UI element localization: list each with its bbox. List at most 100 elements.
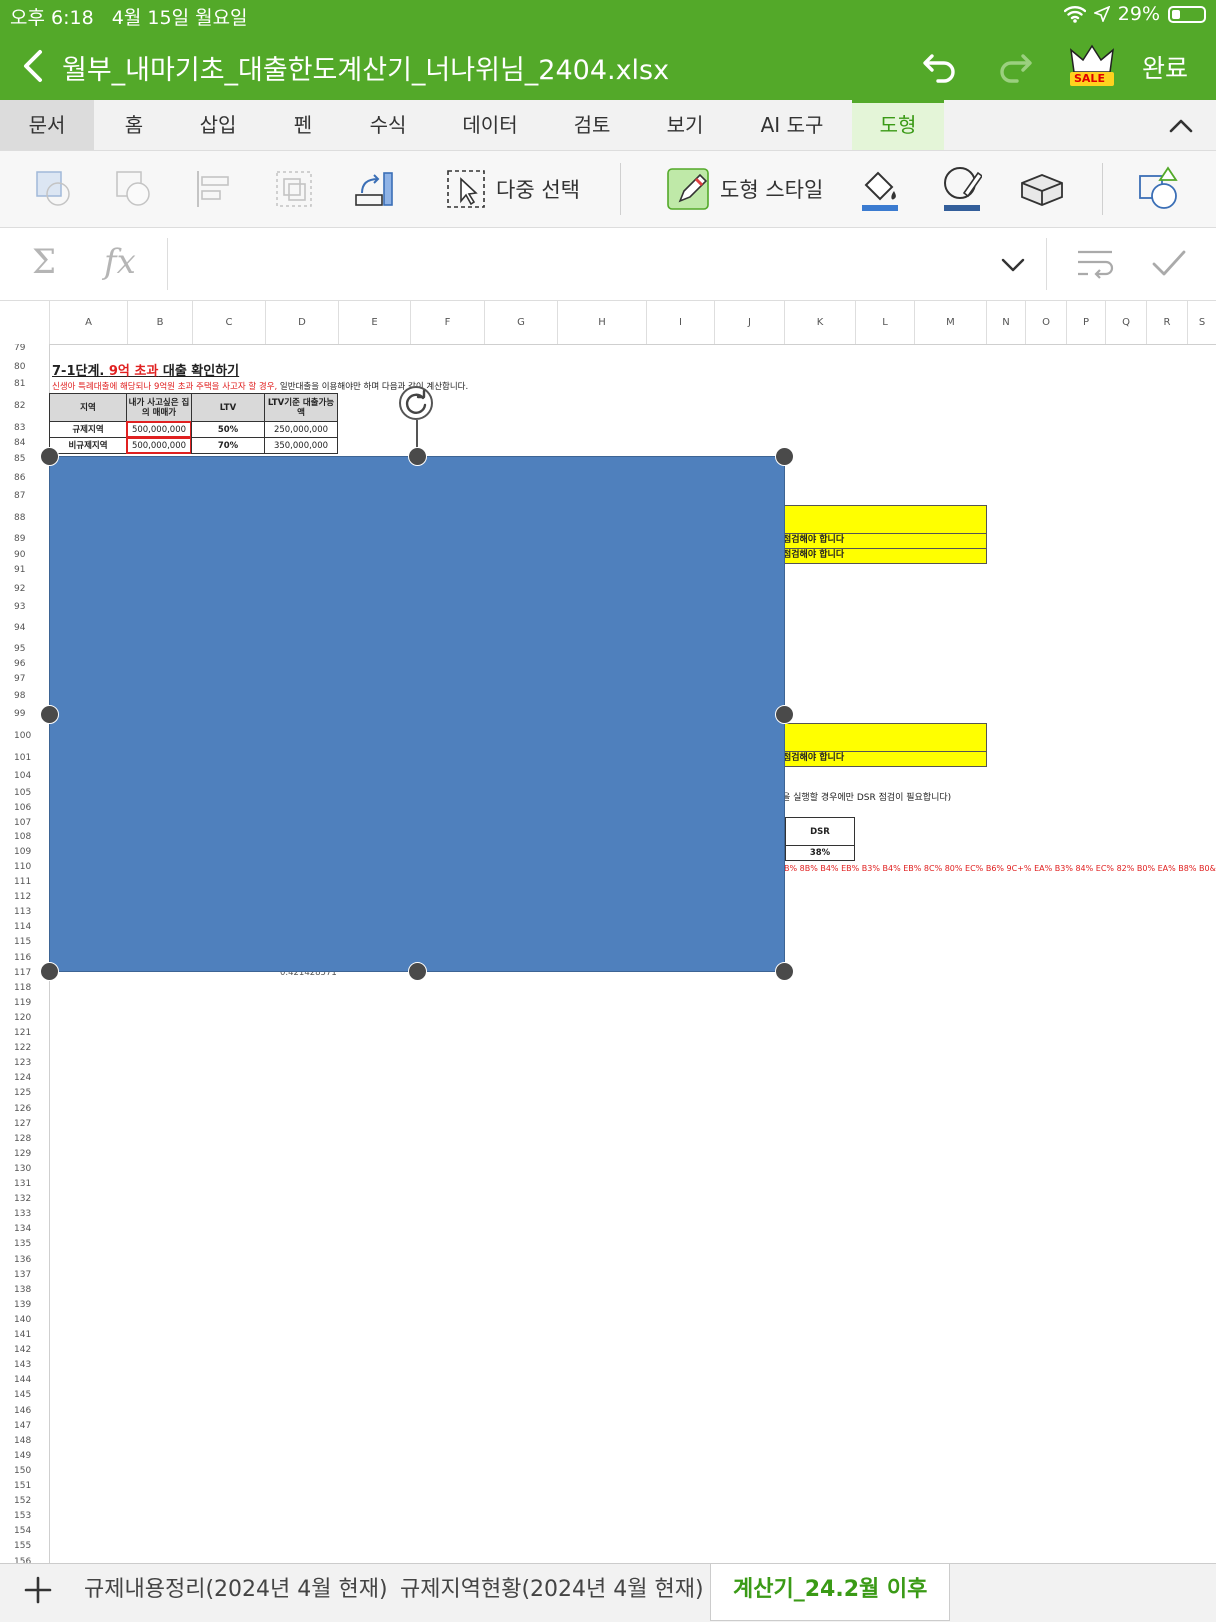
column-header[interactable]: F <box>410 301 484 344</box>
sum-icon[interactable]: Σ <box>32 242 56 282</box>
row-header[interactable]: 147 <box>0 1421 49 1431</box>
tab-insert[interactable]: 삽입 <box>178 100 258 150</box>
table-header-ltv[interactable]: LTV <box>191 393 265 422</box>
row-header[interactable]: 131 <box>0 1179 49 1189</box>
row-header[interactable]: 140 <box>0 1315 49 1325</box>
sheet-tab-calculator[interactable]: 계산기_24.2월 이후 <box>710 1564 951 1621</box>
redo-icon[interactable] <box>995 46 1035 90</box>
table-cell-ltv[interactable]: 50% <box>191 421 265 438</box>
row-header[interactable]: 143 <box>0 1360 49 1370</box>
send-backward-icon[interactable] <box>114 161 154 217</box>
resize-handle-bottom-left[interactable] <box>40 962 59 981</box>
rotate-handle-icon[interactable] <box>399 386 433 420</box>
row-header[interactable]: 105 <box>0 788 49 798</box>
table-cell-loan-amount[interactable]: 250,000,000 <box>264 421 338 438</box>
shape-style-button[interactable]: 도형 스타일 <box>666 161 823 217</box>
row-header[interactable]: 130 <box>0 1164 49 1174</box>
row-header[interactable]: 114 <box>0 922 49 932</box>
row-header[interactable]: 141 <box>0 1330 49 1340</box>
row-header[interactable]: 93 <box>0 602 49 612</box>
tab-view[interactable]: 보기 <box>645 100 725 150</box>
column-header[interactable]: R <box>1146 301 1187 344</box>
row-header[interactable]: 84 <box>0 438 49 448</box>
table-cell-loan-amount[interactable]: 350,000,000 <box>264 437 338 454</box>
column-header[interactable]: A <box>49 301 127 344</box>
resize-handle-right[interactable] <box>775 705 794 724</box>
insert-shape-icon[interactable] <box>1138 161 1184 217</box>
tab-shape[interactable]: 도형 <box>852 100 944 150</box>
row-header[interactable]: 146 <box>0 1406 49 1416</box>
confirm-formula-icon[interactable] <box>1150 246 1188 286</box>
row-header[interactable]: 111 <box>0 877 49 887</box>
bring-forward-icon[interactable] <box>34 161 74 217</box>
row-header[interactable]: 142 <box>0 1345 49 1355</box>
column-header[interactable]: O <box>1025 301 1066 344</box>
row-header[interactable]: 90 <box>0 550 49 560</box>
row-header[interactable]: 137 <box>0 1270 49 1280</box>
undo-icon[interactable] <box>920 46 960 90</box>
row-header[interactable]: 86 <box>0 473 49 483</box>
check-notice-cell[interactable]: 점검해야 합니다 <box>780 548 987 564</box>
table-cell-region[interactable]: 규제지역 <box>49 421 127 438</box>
check-notice-cell[interactable]: 점검해야 합니다 <box>780 533 987 549</box>
tab-formula[interactable]: 수식 <box>348 100 428 150</box>
row-header[interactable]: 122 <box>0 1043 49 1053</box>
row-header[interactable]: 119 <box>0 998 49 1008</box>
row-header[interactable]: 112 <box>0 892 49 902</box>
row-header[interactable]: 125 <box>0 1088 49 1098</box>
row-header[interactable]: 95 <box>0 644 49 654</box>
back-icon[interactable] <box>18 46 52 86</box>
row-header[interactable]: 110 <box>0 862 49 872</box>
row-header[interactable]: 100 <box>0 731 49 741</box>
sheet-tab-regulations[interactable]: 규제내용정리(2024년 4월 현재) <box>84 1564 388 1620</box>
row-header[interactable]: 134 <box>0 1224 49 1234</box>
row-header[interactable]: 82 <box>0 401 49 411</box>
highlight-cell[interactable] <box>780 505 987 534</box>
tab-data[interactable]: 데이터 <box>440 100 540 150</box>
dsr-header-cell[interactable]: DSR <box>785 817 855 846</box>
row-header[interactable]: 104 <box>0 771 49 781</box>
row-header[interactable]: 154 <box>0 1526 49 1536</box>
expand-formula-icon[interactable] <box>998 250 1028 284</box>
row-header[interactable]: 92 <box>0 584 49 594</box>
row-header[interactable]: 152 <box>0 1496 49 1506</box>
3d-effect-icon[interactable] <box>1020 161 1064 217</box>
tab-pen[interactable]: 펜 <box>263 100 343 150</box>
done-button[interactable]: 완료 <box>1142 49 1188 85</box>
resize-handle-top-left[interactable] <box>40 447 59 466</box>
row-header[interactable]: 108 <box>0 832 49 842</box>
row-header[interactable]: 91 <box>0 565 49 575</box>
row-header[interactable]: 138 <box>0 1285 49 1295</box>
row-header[interactable]: 109 <box>0 847 49 857</box>
tab-document[interactable]: 문서 <box>0 100 94 150</box>
column-header[interactable]: S <box>1187 301 1216 344</box>
function-icon[interactable]: fx <box>104 242 136 282</box>
rotate-shape-icon[interactable] <box>354 161 394 217</box>
premium-crown-icon[interactable]: SALE <box>1068 42 1116 88</box>
multi-select-button[interactable]: 다중 선택 <box>446 161 580 217</box>
tab-ai-tools[interactable]: AI 도구 <box>742 100 842 150</box>
column-header[interactable]: H <box>557 301 646 344</box>
highlight-cell[interactable] <box>780 723 987 752</box>
row-header[interactable]: 144 <box>0 1375 49 1385</box>
table-header-price[interactable]: 내가 사고싶은 집의 매매가 <box>126 393 192 422</box>
row-header[interactable]: 153 <box>0 1511 49 1521</box>
formula-input[interactable] <box>180 246 980 282</box>
row-header[interactable]: 148 <box>0 1436 49 1446</box>
row-header[interactable]: 79 <box>0 344 49 353</box>
selected-rectangle-shape[interactable] <box>49 456 785 972</box>
row-header[interactable]: 139 <box>0 1300 49 1310</box>
row-header[interactable]: 96 <box>0 659 49 669</box>
line-color-icon[interactable] <box>942 161 982 217</box>
row-header[interactable]: 136 <box>0 1255 49 1265</box>
check-notice-cell[interactable]: 점검해야 합니다 <box>780 751 987 767</box>
row-header[interactable]: 106 <box>0 803 49 813</box>
sheet-tab-regulated-areas[interactable]: 규제지역현황(2024년 4월 현재) <box>400 1564 704 1620</box>
row-header[interactable]: 113 <box>0 907 49 917</box>
row-header[interactable]: 94 <box>0 623 49 633</box>
row-header[interactable]: 80 <box>0 362 49 372</box>
column-header[interactable]: Q <box>1105 301 1146 344</box>
table-header-loan-amount[interactable]: LTV기준 대출가능액 <box>264 393 338 422</box>
row-header[interactable]: 115 <box>0 937 49 947</box>
row-header[interactable]: 129 <box>0 1149 49 1159</box>
